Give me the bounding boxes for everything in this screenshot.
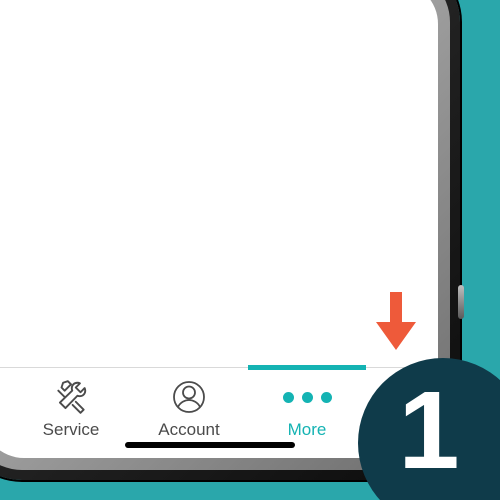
tab-item-account[interactable]: Account xyxy=(130,368,248,440)
step-number: 1 xyxy=(398,376,459,486)
tab-label: More xyxy=(288,420,327,440)
app-content-area xyxy=(0,0,438,367)
phone-side-button xyxy=(458,285,464,319)
phone-screen: Service Account xyxy=(0,0,438,458)
more-dots-icon xyxy=(283,378,332,416)
tab-item-partial[interactable] xyxy=(0,368,12,420)
home-indicator xyxy=(125,442,295,448)
tab-item-more[interactable]: More xyxy=(248,368,366,440)
active-indicator xyxy=(248,365,366,370)
tab-label: Service xyxy=(43,420,100,440)
tutorial-slide: Service Account xyxy=(0,0,500,500)
tab-item-service[interactable]: Service xyxy=(12,368,130,440)
tools-icon xyxy=(52,378,90,416)
user-icon xyxy=(171,378,207,416)
tab-label: Account xyxy=(158,420,219,440)
